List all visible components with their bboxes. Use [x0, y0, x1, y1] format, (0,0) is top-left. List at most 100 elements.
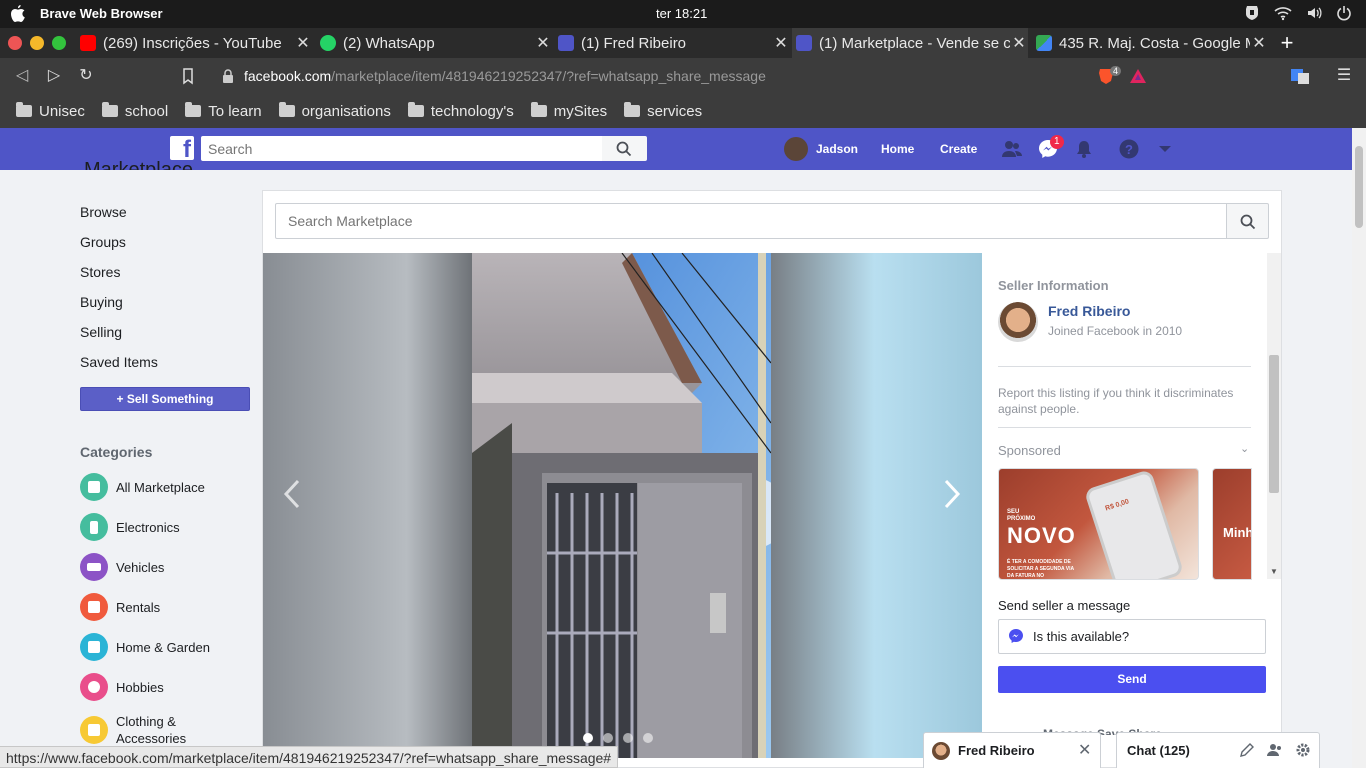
tab-fred-ribeiro[interactable]: (1) Fred Ribeiro ✕ — [554, 28, 790, 58]
sponsored-ad-card[interactable]: R$ 0,00 SEU PRÓXIMO NOVO É TER A COMODID… — [998, 468, 1199, 580]
scroll-down-icon[interactable]: ▼ — [1270, 567, 1278, 576]
seller-panel-scrollbar[interactable]: ▼ — [1267, 253, 1281, 579]
category-vehicles[interactable]: Vehicles — [80, 553, 164, 581]
photo-dot[interactable] — [583, 733, 593, 743]
marketplace-search-button[interactable] — [1226, 203, 1269, 239]
chat-tab-name: Fred Ribeiro — [958, 743, 1035, 758]
sponsored-ad-card[interactable]: Minh — [1212, 468, 1252, 580]
url-path: /marketplace/item/481946219252347/?ref=w… — [331, 68, 766, 84]
category-hobbies[interactable]: Hobbies — [80, 673, 164, 701]
chevron-down-icon[interactable]: ⌄ — [1240, 442, 1249, 455]
close-tab-icon[interactable]: ✕ — [294, 33, 312, 53]
bookmark-folder-organisations[interactable]: organisations — [278, 102, 391, 120]
close-tab-icon[interactable]: ✕ — [772, 33, 790, 53]
translate-icon[interactable] — [1290, 66, 1310, 86]
sell-button-label: Sell Something — [126, 392, 214, 406]
menu-icon[interactable]: ☰ — [1334, 66, 1354, 86]
bookmark-icon[interactable] — [178, 66, 198, 86]
marketplace-search-input[interactable] — [275, 203, 1227, 239]
seller-avatar[interactable] — [998, 302, 1038, 342]
bookmark-folder-services[interactable]: services — [624, 102, 702, 120]
close-window-button[interactable] — [8, 36, 22, 50]
tab-whatsapp[interactable]: (2) WhatsApp ✕ — [316, 28, 552, 58]
new-group-icon[interactable] — [1267, 742, 1283, 758]
bookmark-folder-unisec[interactable]: Unisec — [16, 102, 85, 120]
svg-text:?: ? — [1125, 142, 1133, 157]
avatar — [784, 137, 808, 161]
photo-dot[interactable] — [643, 733, 653, 743]
notifications-icon[interactable] — [1073, 138, 1095, 160]
facebook-logo-icon[interactable]: f — [170, 136, 194, 160]
system-tray — [1244, 5, 1352, 21]
close-tab-icon[interactable]: ✕ — [1250, 33, 1268, 53]
sponsored-heading: Sponsored — [998, 443, 1061, 458]
sidebar-item-selling[interactable]: Selling — [80, 324, 122, 340]
new-tab-icon[interactable]: + — [1276, 30, 1298, 56]
bookmark-folder-technologys[interactable]: technology's — [407, 102, 514, 120]
bookmark-folder-to-learn[interactable]: To learn — [185, 102, 262, 120]
facebook-search-button[interactable] — [602, 136, 647, 161]
bookmark-label: Unisec — [39, 102, 85, 120]
chat-tab-fred-ribeiro[interactable]: Fred Ribeiro ✕ — [923, 732, 1101, 768]
category-rentals[interactable]: Rentals — [80, 593, 160, 621]
listing-photo[interactable] — [472, 253, 771, 758]
maximize-window-button[interactable] — [52, 36, 66, 50]
tab-google-maps[interactable]: 435 R. Maj. Costa - Google M ✕ — [1032, 28, 1268, 58]
sidebar-item-stores[interactable]: Stores — [80, 264, 120, 280]
photo-dot[interactable] — [623, 733, 633, 743]
sidebar-item-browse[interactable]: Browse — [80, 204, 127, 220]
brave-rewards-icon[interactable] — [1128, 66, 1148, 86]
previous-photo-icon[interactable] — [282, 478, 302, 510]
gear-icon[interactable] — [1295, 742, 1311, 758]
chat-sidebar-bar[interactable]: Chat (125) — [1116, 732, 1320, 768]
friend-requests-icon[interactable] — [1001, 138, 1023, 160]
apple-icon[interactable] — [10, 5, 26, 23]
category-label: Electronics — [116, 519, 180, 535]
shield-icon[interactable] — [1244, 5, 1260, 21]
create-link[interactable]: Create — [940, 142, 977, 156]
tab-title: (1) Marketplace - Vende se c — [819, 34, 1010, 52]
photo-dot[interactable] — [603, 733, 613, 743]
close-icon[interactable]: ✕ — [1078, 740, 1091, 760]
account-menu-chevron-icon[interactable] — [1154, 138, 1176, 160]
phone-image: R$ 0,00 — [1083, 469, 1185, 579]
minimize-window-button[interactable] — [30, 36, 44, 50]
wifi-icon[interactable] — [1274, 5, 1292, 21]
category-home-garden[interactable]: Home & Garden — [80, 633, 210, 661]
url-field[interactable]: facebook.com/marketplace/item/4819462192… — [244, 68, 766, 84]
sidebar-item-saved-items[interactable]: Saved Items — [80, 354, 158, 370]
category-electronics[interactable]: Electronics — [80, 513, 180, 541]
sidebar-item-groups[interactable]: Groups — [80, 234, 126, 250]
seller-info-heading: Seller Information — [998, 278, 1109, 293]
next-photo-icon[interactable] — [942, 478, 962, 510]
facebook-search-input[interactable] — [201, 136, 602, 161]
category-clothing-accessories[interactable]: Clothing & Accessories — [80, 713, 220, 747]
bookmark-folder-mysites[interactable]: mySites — [530, 102, 607, 120]
clock[interactable]: ter 18:21 — [656, 6, 707, 21]
seller-name-link[interactable]: Fred Ribeiro — [1048, 303, 1130, 319]
message-input[interactable] — [998, 619, 1266, 654]
tab-youtube[interactable]: (269) Inscrições - YouTube ✕ — [76, 28, 312, 58]
sidebar-item-buying[interactable]: Buying — [80, 294, 123, 310]
forward-icon[interactable]: ▷ — [44, 66, 64, 86]
power-icon[interactable] — [1336, 5, 1352, 21]
close-tab-icon[interactable]: ✕ — [534, 33, 552, 53]
compose-icon[interactable] — [1239, 742, 1255, 758]
report-listing-text[interactable]: Report this listing if you think it disc… — [998, 385, 1248, 417]
back-icon[interactable]: ◁ — [12, 66, 32, 86]
help-icon[interactable]: ? — [1118, 138, 1140, 160]
category-all-marketplace[interactable]: All Marketplace — [80, 473, 205, 501]
sell-something-button[interactable]: + Sell Something — [80, 387, 250, 411]
tab-marketplace[interactable]: (1) Marketplace - Vende se c ✕ — [792, 28, 1028, 58]
close-tab-icon[interactable]: ✕ — [1010, 33, 1028, 53]
lock-icon[interactable] — [222, 69, 234, 83]
volume-icon[interactable] — [1306, 5, 1322, 21]
page-scrollbar[interactable] — [1352, 128, 1366, 768]
send-message-button[interactable]: Send — [998, 666, 1266, 693]
reload-icon[interactable]: ↻ — [76, 66, 96, 86]
profile-link[interactable]: Jadson — [784, 137, 858, 161]
home-link[interactable]: Home — [881, 142, 914, 156]
bookmark-folder-school[interactable]: school — [101, 102, 168, 120]
scrollbar-thumb[interactable] — [1355, 146, 1363, 228]
scrollbar-thumb[interactable] — [1269, 355, 1279, 493]
